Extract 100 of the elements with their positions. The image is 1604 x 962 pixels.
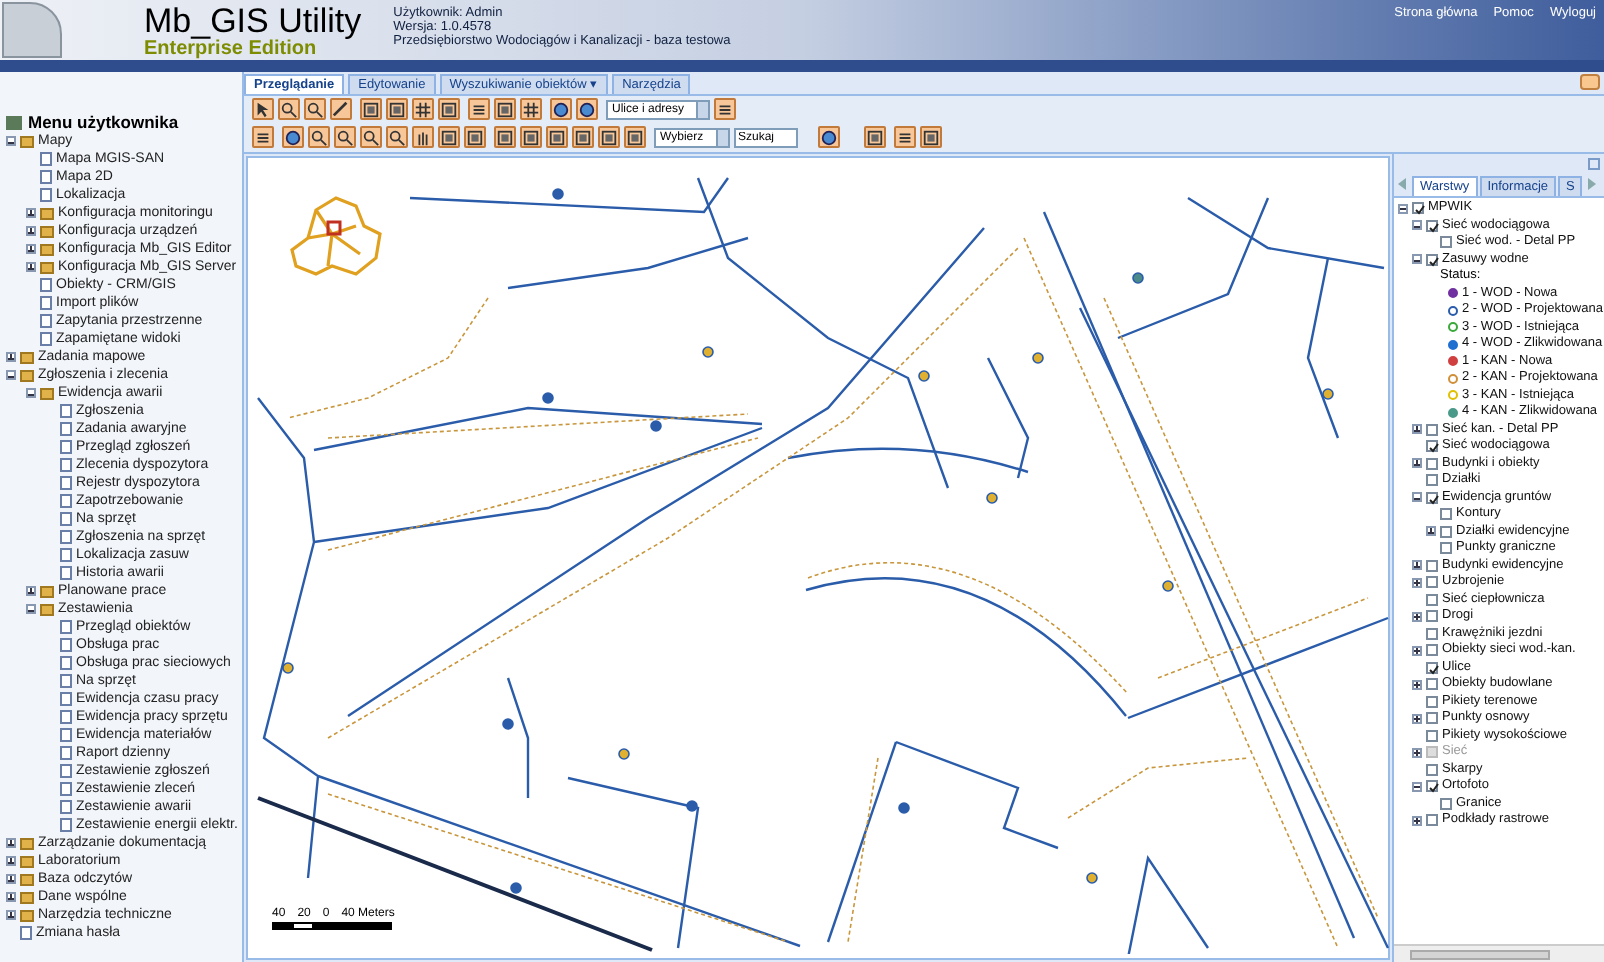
expander-icon[interactable] bbox=[6, 838, 16, 848]
expander-icon[interactable] bbox=[1412, 781, 1422, 792]
expander-icon[interactable] bbox=[1412, 560, 1422, 571]
tool-button[interactable] bbox=[520, 98, 542, 120]
tool-button[interactable] bbox=[304, 98, 326, 120]
checkbox[interactable] bbox=[1426, 814, 1438, 827]
tool-button[interactable] bbox=[438, 126, 460, 148]
checkbox[interactable] bbox=[1440, 508, 1452, 521]
expander-icon[interactable] bbox=[6, 856, 16, 866]
checkbox[interactable] bbox=[1426, 457, 1438, 470]
tool-button[interactable] bbox=[546, 126, 568, 148]
checkbox[interactable] bbox=[1426, 576, 1438, 589]
tool-button[interactable] bbox=[360, 98, 382, 120]
locator-map-drawing bbox=[288, 194, 384, 278]
checkbox[interactable] bbox=[1426, 780, 1438, 793]
expander-icon[interactable] bbox=[1412, 424, 1422, 435]
tool-button[interactable] bbox=[598, 126, 620, 148]
expander-icon[interactable] bbox=[1426, 526, 1436, 537]
expander-icon[interactable] bbox=[26, 586, 36, 596]
checkbox[interactable] bbox=[1440, 236, 1452, 249]
expander-icon[interactable] bbox=[26, 388, 36, 398]
checkbox[interactable] bbox=[1426, 627, 1438, 640]
expander-icon[interactable] bbox=[1412, 254, 1422, 265]
expander-icon[interactable] bbox=[1412, 577, 1422, 588]
tool-button[interactable] bbox=[520, 126, 542, 148]
checkbox[interactable] bbox=[1426, 474, 1438, 487]
expander-icon[interactable] bbox=[26, 244, 36, 254]
expander-icon[interactable] bbox=[1412, 645, 1422, 656]
expander-icon[interactable] bbox=[6, 910, 16, 920]
checkbox[interactable] bbox=[1426, 610, 1438, 623]
tool-button[interactable] bbox=[252, 126, 274, 148]
tool-button[interactable] bbox=[818, 126, 840, 148]
tool-button[interactable] bbox=[494, 126, 516, 148]
checkbox[interactable] bbox=[1426, 661, 1438, 674]
tool-button[interactable] bbox=[550, 98, 572, 120]
tool-button[interactable] bbox=[282, 126, 304, 148]
tool-button[interactable] bbox=[278, 98, 300, 120]
expander-icon[interactable] bbox=[1412, 815, 1422, 826]
checkbox[interactable] bbox=[1426, 593, 1438, 606]
checkbox[interactable] bbox=[1426, 559, 1438, 572]
zoom-icon bbox=[306, 99, 324, 119]
globe-icon bbox=[820, 127, 838, 147]
tool-button[interactable] bbox=[468, 98, 490, 120]
tool-button[interactable] bbox=[360, 126, 382, 148]
expander-icon[interactable] bbox=[26, 226, 36, 236]
checkbox[interactable] bbox=[1426, 440, 1438, 453]
checkbox[interactable] bbox=[1440, 797, 1452, 810]
horizontal-scrollbar[interactable] bbox=[1394, 944, 1604, 962]
tool-button[interactable] bbox=[330, 98, 352, 120]
tool-button[interactable] bbox=[920, 126, 942, 148]
expander-icon[interactable] bbox=[1412, 458, 1422, 469]
tool-button[interactable] bbox=[864, 126, 886, 148]
tool-button[interactable] bbox=[494, 98, 516, 120]
tool-button[interactable] bbox=[438, 98, 460, 120]
folder-icon bbox=[20, 135, 34, 147]
expander-icon[interactable] bbox=[1412, 713, 1422, 724]
expander-icon[interactable] bbox=[1412, 611, 1422, 622]
expander-icon[interactable] bbox=[6, 892, 16, 902]
checkbox[interactable] bbox=[1426, 253, 1438, 266]
tool-button[interactable] bbox=[572, 126, 594, 148]
checkbox[interactable] bbox=[1440, 525, 1452, 538]
expander-icon[interactable] bbox=[1398, 203, 1408, 214]
app-title: Mb_GIS Utility bbox=[144, 4, 362, 38]
expander-icon[interactable] bbox=[1412, 492, 1422, 503]
expander-icon[interactable] bbox=[6, 874, 16, 884]
expander-icon[interactable] bbox=[1412, 679, 1422, 690]
expander-icon[interactable] bbox=[26, 262, 36, 272]
checkbox[interactable] bbox=[1412, 202, 1424, 215]
tool-button[interactable] bbox=[412, 98, 434, 120]
cursor-icon bbox=[254, 99, 272, 119]
checkbox[interactable] bbox=[1426, 423, 1438, 436]
checkbox[interactable] bbox=[1426, 678, 1438, 691]
tool-button[interactable] bbox=[714, 98, 736, 120]
checkbox[interactable] bbox=[1426, 763, 1438, 776]
tool-button[interactable] bbox=[464, 126, 486, 148]
checkbox[interactable] bbox=[1426, 695, 1438, 708]
expander-icon[interactable] bbox=[6, 352, 16, 362]
tool-button[interactable] bbox=[386, 98, 408, 120]
expander-icon[interactable] bbox=[26, 604, 36, 614]
checkbox[interactable] bbox=[1426, 712, 1438, 725]
checkbox[interactable] bbox=[1426, 491, 1438, 504]
scale-bar bbox=[272, 922, 392, 930]
expander-icon[interactable] bbox=[6, 136, 16, 146]
tool-button[interactable] bbox=[252, 98, 274, 120]
checkbox[interactable] bbox=[1426, 219, 1438, 232]
checkbox[interactable] bbox=[1440, 542, 1452, 555]
expander-icon[interactable] bbox=[6, 370, 16, 380]
checkbox[interactable] bbox=[1426, 729, 1438, 742]
tool-button[interactable] bbox=[576, 98, 598, 120]
checkbox[interactable] bbox=[1426, 644, 1438, 657]
tool-button[interactable] bbox=[308, 126, 330, 148]
document-icon bbox=[20, 926, 32, 940]
edition-label: Enterprise Edition bbox=[144, 40, 317, 60]
tool-button[interactable] bbox=[334, 126, 356, 148]
expander-icon[interactable] bbox=[1412, 220, 1422, 231]
tool-button[interactable] bbox=[624, 126, 646, 148]
tool-button[interactable] bbox=[386, 126, 408, 148]
menu-icon bbox=[6, 115, 22, 129]
tool-button[interactable] bbox=[894, 126, 916, 148]
expander-icon[interactable] bbox=[26, 208, 36, 218]
